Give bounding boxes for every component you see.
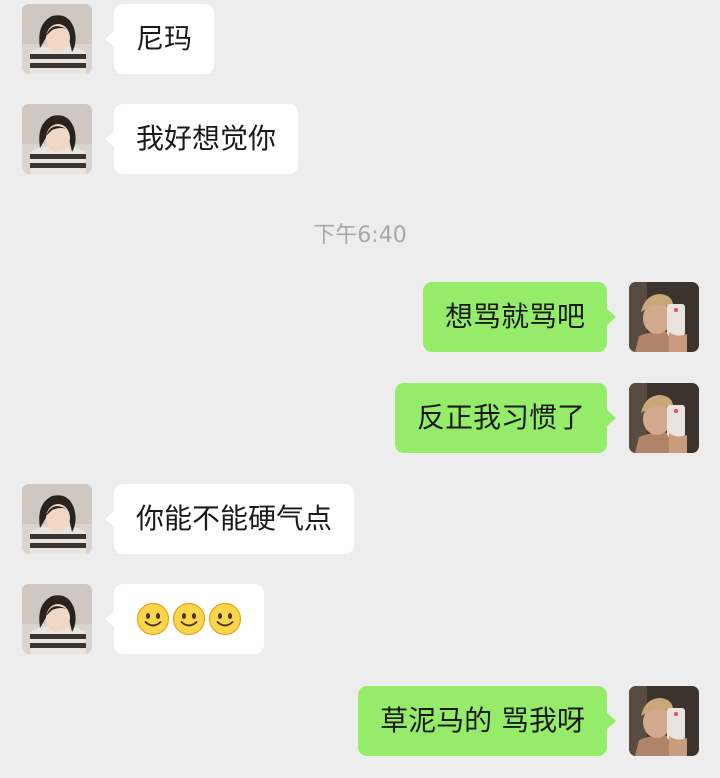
- my-avatar[interactable]: [629, 686, 699, 756]
- message-bubble-incoming[interactable]: 你能不能硬气点: [104, 484, 355, 554]
- contact-avatar[interactable]: [22, 4, 92, 74]
- message-timestamp: 下午6:40: [313, 223, 407, 248]
- contact-avatar[interactable]: [22, 104, 92, 174]
- message-bubble-outgoing[interactable]: 草泥马的 骂我呀: [358, 686, 616, 756]
- message-bubble-incoming[interactable]: 我好想觉你: [104, 104, 299, 174]
- my-avatar[interactable]: [629, 383, 699, 453]
- contact-avatar[interactable]: [22, 584, 92, 654]
- message-bubble-outgoing[interactable]: 反正我习惯了: [394, 383, 617, 453]
- message-bubble-outgoing[interactable]: 想骂就骂吧: [422, 282, 617, 352]
- my-avatar[interactable]: [629, 282, 699, 352]
- contact-avatar[interactable]: [22, 484, 92, 554]
- chat-window[interactable]: 尼玛 我好想觉你 下午6:40 想骂就骂吧 反正我习惯了 你能不能硬气点 草泥马…: [0, 0, 720, 778]
- message-bubble-incoming[interactable]: 尼玛: [104, 4, 215, 74]
- message-bubble-emoji[interactable]: [105, 584, 264, 654]
- smile-emoji-icon: [172, 602, 206, 636]
- smile-emoji-icon: [136, 602, 170, 636]
- smile-emoji-icon: [208, 602, 242, 636]
- emoji-group: [136, 584, 242, 654]
